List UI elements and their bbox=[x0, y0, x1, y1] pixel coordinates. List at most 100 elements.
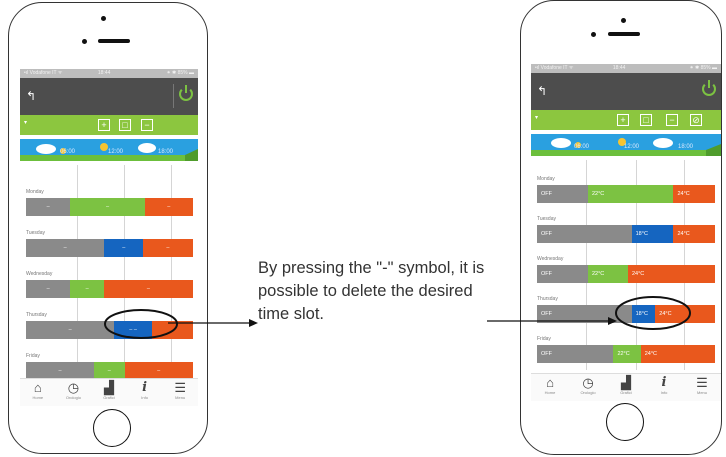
schedule-row-wednesday[interactable]: – – – bbox=[26, 280, 196, 298]
time-slot[interactable]: 24°C bbox=[627, 265, 716, 283]
copy-slot-button[interactable]: □ bbox=[119, 119, 131, 131]
schedule-row-monday[interactable]: OFF 22°C 24°C bbox=[537, 185, 719, 203]
time-label-12: 12:00 bbox=[108, 149, 124, 155]
time-slot[interactable]: OFF bbox=[537, 345, 614, 363]
nav-item-home[interactable]: ⌂ Home bbox=[540, 376, 560, 396]
nav-label: Orologio bbox=[65, 395, 81, 400]
nav-item-grafici[interactable]: ▟ Grafici bbox=[616, 375, 636, 396]
schedule-row-tuesday[interactable]: – – – bbox=[26, 239, 196, 257]
add-slot-button[interactable]: + bbox=[98, 119, 110, 131]
info-icon: i bbox=[661, 375, 667, 390]
day-label-monday: Monday bbox=[537, 176, 555, 182]
proximity-sensor bbox=[591, 32, 596, 37]
right-phone-frame: •ıl Vodafone IT ᯤ 18:44 ⁕ ✱ 85% ▬ ↰ ▾ + … bbox=[520, 0, 722, 455]
grid-line bbox=[171, 165, 172, 375]
time-slot[interactable]: 24°C bbox=[640, 345, 716, 363]
time-slot[interactable]: 22°C bbox=[613, 345, 641, 363]
time-slot[interactable]: – bbox=[26, 280, 71, 298]
carrier-text: •ıl Vodafone IT ᯤ bbox=[24, 70, 63, 76]
battery-text: ⁕ ✱ 85% ▬ bbox=[689, 65, 717, 71]
toolbar: ▾ + □ − ⊘ bbox=[531, 110, 721, 130]
nav-label: Orologio bbox=[580, 390, 596, 395]
schedule-row-friday[interactable]: OFF 22°C 24°C bbox=[537, 345, 719, 363]
nav-label: Home bbox=[544, 390, 556, 395]
nav-label: Home bbox=[32, 395, 44, 400]
remove-slot-button[interactable]: − bbox=[666, 114, 678, 126]
status-bar: •ıl Vodafone IT ᯤ 18:44 ⁕ ✱ 85% ▬ bbox=[20, 69, 198, 78]
add-slot-button[interactable]: + bbox=[617, 114, 629, 126]
power-icon-stem bbox=[185, 85, 187, 93]
day-label-monday: Monday bbox=[26, 189, 44, 195]
time-slot[interactable]: – – bbox=[114, 321, 152, 339]
nav-item-menu[interactable]: ☰ Menu bbox=[692, 375, 712, 396]
left-screen: •ıl Vodafone IT ᯤ 18:44 ⁕ ✱ 85% ▬ ↰ ▾ + … bbox=[20, 69, 198, 406]
toolbar: ▾ + □ − bbox=[20, 115, 198, 135]
day-label-wednesday: Wednesday bbox=[26, 271, 53, 277]
day-label-tuesday: Tuesday bbox=[537, 216, 556, 222]
time-slot[interactable]: 18°C bbox=[631, 225, 674, 243]
time-slot[interactable]: 24°C bbox=[673, 225, 716, 243]
time-slot[interactable]: 24°C bbox=[655, 305, 716, 323]
time-slot[interactable]: OFF bbox=[537, 305, 632, 323]
time-slot[interactable]: – bbox=[104, 280, 193, 298]
nav-item-menu[interactable]: ☰ Menu bbox=[170, 381, 190, 401]
day-timeline-strip: 06:00 12:00 18:00 bbox=[20, 139, 198, 161]
app-header: ↰ bbox=[20, 78, 198, 115]
back-arrow-icon[interactable]: ↰ bbox=[26, 89, 36, 103]
time-label-18: 18:00 bbox=[158, 149, 174, 155]
schedule-row-thursday[interactable]: OFF 18°C 24°C bbox=[537, 305, 719, 323]
home-button[interactable] bbox=[606, 403, 644, 441]
front-camera bbox=[621, 18, 626, 23]
schedule-row-monday[interactable]: – – – bbox=[26, 198, 196, 216]
clock-icon: ◷ bbox=[67, 380, 80, 395]
copy-slot-button[interactable]: □ bbox=[640, 114, 652, 126]
nav-label: Menu bbox=[696, 390, 707, 395]
schedule-row-tuesday[interactable]: OFF 18°C 24°C bbox=[537, 225, 719, 243]
earpiece-speaker bbox=[98, 39, 130, 43]
nav-label: Grafici bbox=[620, 390, 632, 395]
time-slot[interactable] bbox=[151, 321, 193, 339]
home-icon: ⌂ bbox=[33, 380, 42, 395]
menu-icon: ☰ bbox=[696, 375, 708, 390]
header-divider bbox=[173, 84, 174, 108]
status-time: 18:44 bbox=[97, 70, 111, 76]
nav-item-info[interactable]: i Info bbox=[135, 381, 155, 401]
left-phone-frame: •ıl Vodafone IT ᯤ 18:44 ⁕ ✱ 85% ▬ ↰ ▾ + … bbox=[8, 2, 208, 454]
nav-item-grafici[interactable]: ▟ Grafici bbox=[99, 381, 119, 401]
time-slot[interactable]: 22°C bbox=[587, 265, 628, 283]
time-slot[interactable]: – bbox=[26, 321, 115, 339]
dropdown-icon[interactable]: ▾ bbox=[535, 114, 538, 121]
time-slot[interactable]: 18°C bbox=[631, 305, 656, 323]
nav-item-orologio[interactable]: ◷ Orologio bbox=[578, 376, 598, 396]
time-slot[interactable]: – bbox=[26, 198, 71, 216]
time-slot[interactable]: – bbox=[144, 198, 193, 216]
dropdown-icon[interactable]: ▾ bbox=[24, 119, 27, 126]
nav-item-home[interactable]: ⌂ Home bbox=[28, 380, 48, 401]
battery-text: ⁕ ✱ 85% ▬ bbox=[166, 70, 194, 76]
time-slot[interactable]: OFF bbox=[537, 265, 588, 283]
status-bar: •ıl Vodafone IT ᯤ 18:44 ⁕ ✱ 85% ▬ bbox=[531, 64, 721, 73]
nav-item-info[interactable]: i Info bbox=[654, 375, 674, 396]
nav-item-orologio[interactable]: ◷ Orologio bbox=[63, 380, 83, 401]
schedule-row-thursday[interactable]: – – – bbox=[26, 321, 196, 339]
back-arrow-icon[interactable]: ↰ bbox=[537, 84, 547, 98]
time-slot[interactable]: OFF bbox=[537, 225, 632, 243]
time-slot[interactable]: 24°C bbox=[673, 185, 716, 203]
time-slot[interactable]: – bbox=[26, 239, 105, 257]
time-slot[interactable]: – bbox=[104, 239, 144, 257]
home-button[interactable] bbox=[93, 409, 131, 447]
time-slot[interactable]: OFF bbox=[537, 185, 588, 203]
clear-slot-button[interactable]: ⊘ bbox=[690, 114, 702, 126]
time-slot[interactable]: 22°C bbox=[587, 185, 674, 203]
time-slot[interactable]: – bbox=[70, 280, 105, 298]
instruction-caption: By pressing the "-" symbol, it is possib… bbox=[258, 259, 485, 323]
bottom-nav: ⌂ Home ◷ Orologio ▟ Grafici i Info ☰ Menu bbox=[531, 373, 721, 401]
remove-slot-button[interactable]: − bbox=[141, 119, 153, 131]
time-slot[interactable]: – bbox=[70, 198, 145, 216]
graphs-icon: ▟ bbox=[621, 375, 631, 390]
day-label-wednesday: Wednesday bbox=[537, 256, 564, 262]
schedule-row-wednesday[interactable]: OFF 22°C 24°C bbox=[537, 265, 719, 283]
time-slot[interactable]: – bbox=[143, 239, 193, 257]
front-camera bbox=[101, 16, 106, 21]
bottom-nav: ⌂ Home ◷ Orologio ▟ Grafici i Info ☰ Menu bbox=[20, 378, 198, 406]
